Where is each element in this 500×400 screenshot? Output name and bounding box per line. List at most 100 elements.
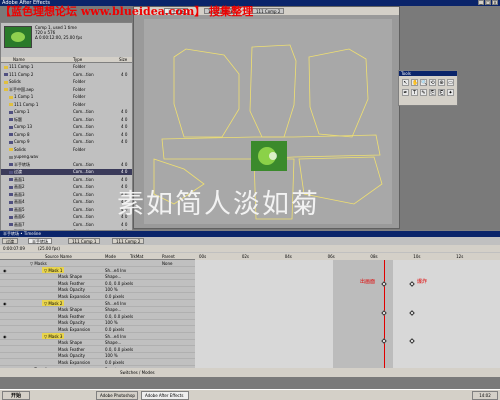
project-item-type: Com...tion	[73, 109, 94, 114]
project-item[interactable]: 画面2 Com...tion 4 0	[1, 184, 132, 190]
composition-icon	[9, 223, 13, 226]
folder-icon	[9, 95, 13, 99]
time-ruler[interactable]: 00s 02s 04s 06s 08s 10s 12s	[195, 253, 500, 260]
project-item[interactable]: 画面4 Com...tion 4 0	[1, 199, 132, 205]
size-column[interactable]: Size	[119, 57, 127, 63]
parent-column[interactable]: Parent	[162, 253, 175, 260]
composition-icon	[9, 185, 13, 189]
switches-modes-toggle[interactable]: Switches / Modes	[120, 368, 155, 378]
project-item-name: Comp 9	[14, 139, 30, 144]
tool-button[interactable]: ✋	[411, 79, 418, 86]
task-after-effects[interactable]: Adobe After Effects	[141, 391, 189, 400]
tool-button[interactable]: ✦	[447, 89, 454, 96]
project-item[interactable]: Comp 1 Com...tion 4 0	[1, 109, 132, 115]
tool-button[interactable]: T	[411, 89, 418, 96]
tool-button[interactable]: ↖	[402, 79, 409, 86]
project-item[interactable]: 半手转场 Com...tion 4 0	[1, 162, 132, 168]
project-item-type: Com...tion	[73, 116, 94, 122]
tab-timeline-transition[interactable]: 过渡	[2, 238, 18, 244]
tool-button[interactable]: ⎘	[429, 89, 436, 96]
composition-icon	[9, 118, 13, 121]
project-item[interactable]: 标题 Com...tion 4 0	[1, 117, 132, 123]
project-item[interactable]: 过渡 Com...tion 4 0	[1, 169, 132, 175]
project-item-size: 4 0	[121, 131, 128, 137]
composition-icon	[4, 73, 8, 76]
project-item-type: Folder	[73, 79, 86, 84]
project-item-type: Com...tion	[73, 221, 94, 227]
project-item-type: Com...tion	[73, 139, 94, 144]
project-item[interactable]: 1 Comp 1 Folder	[1, 94, 132, 100]
project-item[interactable]: Solids Folder	[1, 147, 132, 153]
ruler-tick-label: 08s	[370, 254, 378, 259]
project-item[interactable]: 画面3 Com...tion 4 0	[1, 192, 132, 198]
source-name-column[interactable]: Source Name	[45, 253, 72, 260]
project-item[interactable]: yupeng.wav	[1, 154, 132, 160]
composition-icon	[9, 155, 13, 159]
project-item[interactable]: 画面1 Com...tion 4 0	[1, 177, 132, 183]
start-button[interactable]: 开始	[2, 391, 30, 400]
project-item-type: Folder	[73, 86, 86, 92]
project-item-type: Folder	[73, 146, 86, 152]
timeline-tracks[interactable]: 出画面 爆炸	[195, 260, 500, 372]
ruler-tick-label: 04s	[284, 254, 292, 259]
project-item-name: yupeng.wav	[14, 154, 39, 159]
tool-button[interactable]: ⎗	[438, 89, 445, 96]
info-line: Δ 0:00:12:00, 25.00 fps	[35, 35, 83, 40]
ruler-tick-label: 12s	[456, 254, 464, 259]
project-item-size: 4 0	[121, 169, 128, 174]
project-item[interactable]: 111 Comp 1 Folder	[1, 64, 132, 70]
tab-comp-2[interactable]: 111 Comp 2	[252, 8, 285, 14]
timeline-title: 半手转场 • Timeline	[0, 231, 500, 237]
project-item-name: 半手中国.aep	[9, 86, 34, 92]
project-item[interactable]: 111 Comp 1 Folder	[1, 102, 132, 108]
project-item-name: 半手转场	[14, 161, 30, 167]
current-timecode[interactable]: 0:00:07:09	[3, 245, 25, 252]
project-item-name: 画面5	[14, 206, 25, 212]
watermark-text: 素如简人淡如菊	[117, 189, 320, 220]
tool-button[interactable]: ▭	[447, 79, 454, 86]
tool-button[interactable]: ✎	[420, 89, 427, 96]
tool-button[interactable]: ✒	[402, 89, 409, 96]
trkmat-column[interactable]: TrkMat	[130, 253, 143, 260]
project-item-name: Comp 1	[14, 109, 30, 114]
project-item-type: Com...tion	[73, 184, 94, 189]
project-item[interactable]: Solids Folder	[1, 79, 132, 85]
project-item[interactable]: Comp 13 Com...tion 4 0	[1, 124, 132, 130]
name-column[interactable]: Name	[13, 57, 25, 63]
keyframe[interactable]	[409, 281, 415, 287]
project-item[interactable]: 111 Comp 2 Com...tion 4 0	[1, 72, 132, 78]
current-time-indicator[interactable]	[384, 260, 385, 372]
ruler-tick-label: 10s	[413, 254, 421, 259]
composition-icon	[9, 178, 13, 181]
tool-button[interactable]: ⊕	[438, 79, 445, 86]
project-column-header[interactable]: Name Type Size	[1, 57, 132, 63]
project-item[interactable]: 画面6 Com...tion 4 0	[1, 214, 132, 220]
folder-icon	[4, 80, 8, 84]
tab-timeline-comp2[interactable]: 111 Comp 2	[112, 238, 145, 244]
project-item-size: 4 0	[121, 71, 128, 77]
tab-timeline-main[interactable]: 半手转场	[28, 238, 52, 244]
tab-timeline-comp1[interactable]: 111 Comp 1	[68, 238, 101, 244]
project-item[interactable]: Comp 8 Com...tion 4 0	[1, 132, 132, 138]
project-item[interactable]: 画面5 Com...tion 4 0	[1, 207, 132, 213]
project-item-type: Com...tion	[73, 131, 94, 137]
project-item-type: Com...tion	[73, 214, 94, 219]
type-column[interactable]: Type	[73, 57, 82, 63]
minimize-button[interactable]: _	[478, 0, 484, 5]
timeline-footer: Switches / Modes	[0, 368, 500, 377]
mode-column[interactable]: Mode	[105, 253, 116, 260]
project-item-name: 画面2	[14, 184, 25, 189]
tool-button[interactable]: ⟲	[429, 79, 436, 86]
project-item-type: Com...tion	[73, 169, 94, 174]
keyframe[interactable]	[409, 310, 415, 316]
project-item-name: 画面7	[14, 221, 25, 227]
tool-button[interactable]: 🔍	[420, 79, 427, 86]
project-item[interactable]: 半手中国.aep Folder	[1, 87, 132, 93]
project-item[interactable]: Comp 9 Com...tion 4 0	[1, 139, 132, 145]
project-item[interactable]: 画面7 Com...tion 4 0	[1, 222, 132, 228]
task-photoshop[interactable]: Adobe Photoshop	[96, 391, 138, 400]
maximize-button[interactable]: □	[485, 0, 491, 5]
folder-icon	[4, 65, 8, 69]
close-button[interactable]: ×	[492, 0, 498, 5]
keyframe[interactable]	[409, 338, 415, 344]
